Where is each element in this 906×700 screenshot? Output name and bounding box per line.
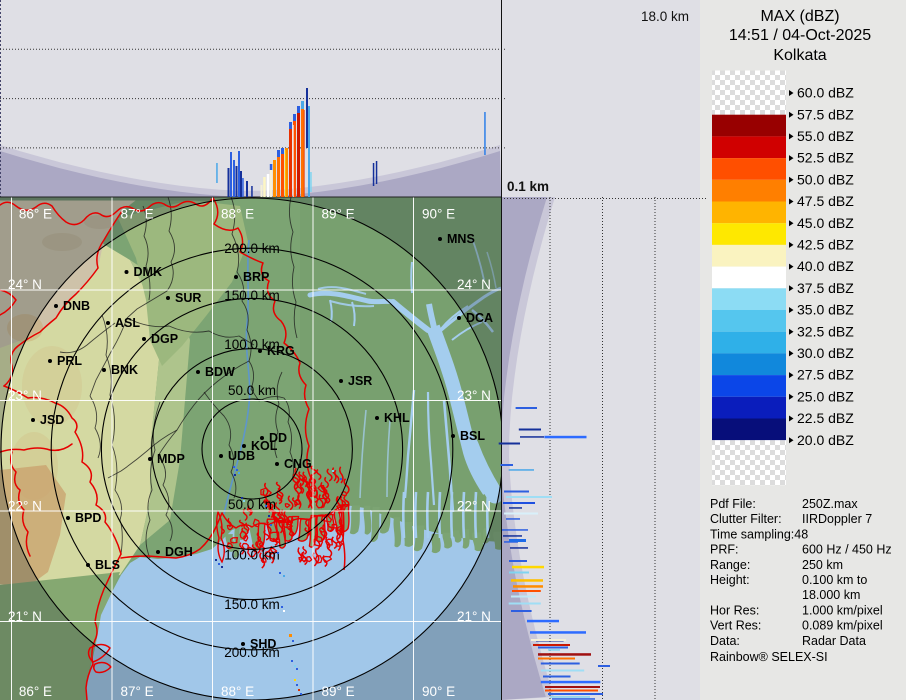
svg-text:IIRDoppler 7: IIRDoppler 7	[802, 512, 872, 526]
svg-text:MNS: MNS	[447, 232, 475, 246]
svg-text:Radar Data: Radar Data	[802, 634, 866, 648]
svg-text:50.0 km: 50.0 km	[228, 497, 276, 512]
svg-text:60.0 dBZ: 60.0 dBZ	[797, 85, 854, 101]
svg-text:87° E: 87° E	[121, 207, 154, 222]
svg-text:Height:: Height:	[710, 573, 750, 587]
svg-text:90° E: 90° E	[422, 207, 455, 222]
svg-text:23° N: 23° N	[457, 388, 491, 403]
svg-text:90° E: 90° E	[422, 684, 455, 699]
svg-text:Range:: Range:	[710, 558, 750, 572]
svg-text:22.5 dBZ: 22.5 dBZ	[797, 410, 854, 426]
svg-text:50.0 km: 50.0 km	[228, 383, 276, 398]
svg-text:47.5 dBZ: 47.5 dBZ	[797, 193, 854, 209]
svg-text:37.5 dBZ: 37.5 dBZ	[797, 280, 854, 296]
svg-text:24° N: 24° N	[457, 277, 491, 292]
svg-text:DCA: DCA	[466, 311, 493, 325]
svg-text:24° N: 24° N	[8, 277, 42, 292]
svg-text:55.0 dBZ: 55.0 dBZ	[797, 128, 854, 144]
svg-text:SHD: SHD	[250, 637, 276, 651]
svg-text:40.0 dBZ: 40.0 dBZ	[797, 258, 854, 274]
svg-text:86° E: 86° E	[19, 684, 52, 699]
svg-text:18.0 km: 18.0 km	[641, 9, 689, 24]
svg-text:50.0 dBZ: 50.0 dBZ	[797, 171, 854, 187]
svg-text:600 Hz / 450 Hz: 600 Hz / 450 Hz	[802, 543, 892, 557]
svg-text:BSL: BSL	[460, 429, 485, 443]
svg-text:22° N: 22° N	[8, 499, 42, 514]
svg-text:250 km: 250 km	[802, 558, 843, 572]
svg-text:87° E: 87° E	[121, 684, 154, 699]
svg-text:88° E: 88° E	[221, 207, 254, 222]
svg-text:250Z.max: 250Z.max	[802, 497, 858, 511]
svg-text:0.089 km/pixel: 0.089 km/pixel	[802, 619, 883, 633]
svg-text:0.100 km to: 0.100 km to	[802, 573, 867, 587]
svg-text:BRP: BRP	[243, 270, 269, 284]
svg-text:100.0 km: 100.0 km	[224, 548, 280, 563]
svg-text:88° E: 88° E	[221, 684, 254, 699]
svg-text:PRL: PRL	[57, 354, 82, 368]
svg-text:SUR: SUR	[175, 291, 201, 305]
svg-text:21° N: 21° N	[457, 609, 491, 624]
svg-text:25.0 dBZ: 25.0 dBZ	[797, 388, 854, 404]
svg-text:JSR: JSR	[348, 374, 372, 388]
svg-text:27.5 dBZ: 27.5 dBZ	[797, 367, 854, 383]
svg-text:32.5 dBZ: 32.5 dBZ	[797, 323, 854, 339]
svg-text:52.5 dBZ: 52.5 dBZ	[797, 150, 854, 166]
svg-text:89° E: 89° E	[322, 207, 355, 222]
svg-text:BLS: BLS	[95, 558, 120, 572]
svg-text:14:51 / 04-Oct-2025: 14:51 / 04-Oct-2025	[729, 27, 871, 44]
svg-text:42.5 dBZ: 42.5 dBZ	[797, 237, 854, 253]
svg-text:20.0 dBZ: 20.0 dBZ	[797, 432, 854, 448]
svg-text:200.0 km: 200.0 km	[224, 241, 280, 256]
svg-text:89° E: 89° E	[322, 684, 355, 699]
svg-text:86° E: 86° E	[19, 207, 52, 222]
svg-text:45.0 dBZ: 45.0 dBZ	[797, 215, 854, 231]
svg-text:DNB: DNB	[63, 299, 90, 313]
svg-text:MAX (dBZ): MAX (dBZ)	[760, 8, 839, 25]
svg-text:DGH: DGH	[165, 545, 193, 559]
svg-text:BPD: BPD	[75, 511, 101, 525]
svg-text:0.1 km: 0.1 km	[507, 179, 549, 194]
svg-text:150.0 km: 150.0 km	[224, 288, 280, 303]
svg-text:Rainbow® SELEX-SI: Rainbow® SELEX-SI	[710, 650, 828, 664]
svg-text:57.5 dBZ: 57.5 dBZ	[797, 106, 854, 122]
svg-text:Time sampling:48: Time sampling:48	[710, 527, 808, 541]
svg-text:ASL: ASL	[115, 316, 140, 330]
svg-text:UDB: UDB	[228, 449, 255, 463]
svg-text:Pdf File:: Pdf File:	[710, 497, 756, 511]
svg-text:JSD: JSD	[40, 413, 64, 427]
svg-text:18.000 km: 18.000 km	[802, 588, 860, 602]
svg-text:1.000 km/pixel: 1.000 km/pixel	[802, 603, 883, 617]
svg-text:Kolkata: Kolkata	[773, 47, 826, 64]
svg-text:21° N: 21° N	[8, 609, 42, 624]
svg-text:Vert Res:: Vert Res:	[710, 619, 761, 633]
svg-text:BNK: BNK	[111, 363, 138, 377]
svg-text:DMK: DMK	[134, 265, 162, 279]
svg-text:35.0 dBZ: 35.0 dBZ	[797, 302, 854, 318]
svg-text:22° N: 22° N	[457, 499, 491, 514]
svg-text:PRF:: PRF:	[710, 543, 738, 557]
svg-text:KHL: KHL	[384, 411, 410, 425]
svg-text:Clutter Filter:: Clutter Filter:	[710, 512, 782, 526]
svg-text:CNG: CNG	[284, 457, 312, 471]
svg-text:KRG: KRG	[267, 344, 295, 358]
svg-text:150.0 km: 150.0 km	[224, 597, 280, 612]
svg-text:DGP: DGP	[151, 332, 178, 346]
svg-text:Data:: Data:	[710, 634, 740, 648]
svg-text:30.0 dBZ: 30.0 dBZ	[797, 345, 854, 361]
svg-text:23° N: 23° N	[8, 388, 42, 403]
svg-text:MDP: MDP	[157, 452, 185, 466]
svg-text:Hor Res:: Hor Res:	[710, 603, 759, 617]
svg-text:BDW: BDW	[205, 365, 235, 379]
